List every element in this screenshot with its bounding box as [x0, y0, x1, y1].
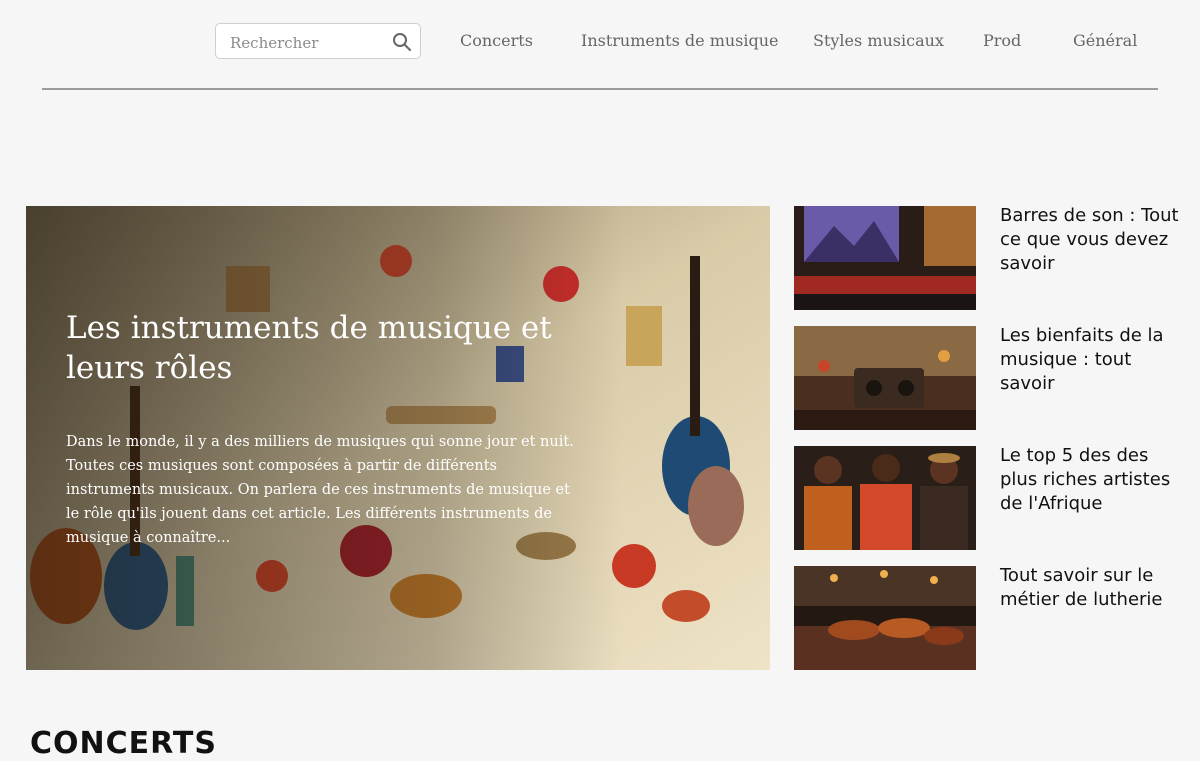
search-box[interactable] — [215, 23, 421, 59]
featured-article[interactable]: Les instruments de musique et leurs rôle… — [26, 206, 770, 670]
side-article[interactable]: Tout savoir sur le métier de lutherie — [794, 564, 1194, 670]
article-thumbnail[interactable] — [794, 206, 976, 310]
nav-link-prod[interactable]: Prod — [983, 31, 1021, 50]
side-article-title[interactable]: Barres de son : Tout ce que vous devez s… — [1000, 204, 1190, 276]
side-article-title[interactable]: Tout savoir sur le métier de lutherie — [1000, 564, 1190, 612]
article-thumbnail[interactable] — [794, 446, 976, 550]
nav-link-styles[interactable]: Styles musicaux — [813, 31, 944, 50]
side-article-title[interactable]: Le top 5 des des plus riches artistes de… — [1000, 444, 1190, 516]
article-thumbnail[interactable] — [794, 326, 976, 430]
search-input[interactable] — [228, 31, 392, 55]
nav-link-concerts[interactable]: Concerts — [460, 31, 533, 50]
section-heading-concerts: CONCERTS — [30, 726, 217, 761]
side-article[interactable]: Le top 5 des des plus riches artistes de… — [794, 444, 1194, 550]
nav-link-instruments[interactable]: Instruments de musique — [581, 31, 779, 50]
side-article[interactable]: Les bienfaits de la musique : tout savoi… — [794, 324, 1194, 430]
side-article[interactable]: Barres de son : Tout ce que vous devez s… — [794, 204, 1194, 310]
article-thumbnail[interactable] — [794, 566, 976, 670]
header-divider — [42, 88, 1158, 90]
nav-link-general[interactable]: Général — [1073, 31, 1137, 50]
top-bar: Concerts Instruments de musique Styles m… — [0, 0, 1200, 90]
featured-title[interactable]: Les instruments de musique et leurs rôle… — [66, 308, 626, 388]
search-icon[interactable] — [392, 32, 412, 52]
featured-excerpt: Dans le monde, il y a des milliers de mu… — [66, 434, 574, 546]
side-article-title[interactable]: Les bienfaits de la musique : tout savoi… — [1000, 324, 1190, 396]
